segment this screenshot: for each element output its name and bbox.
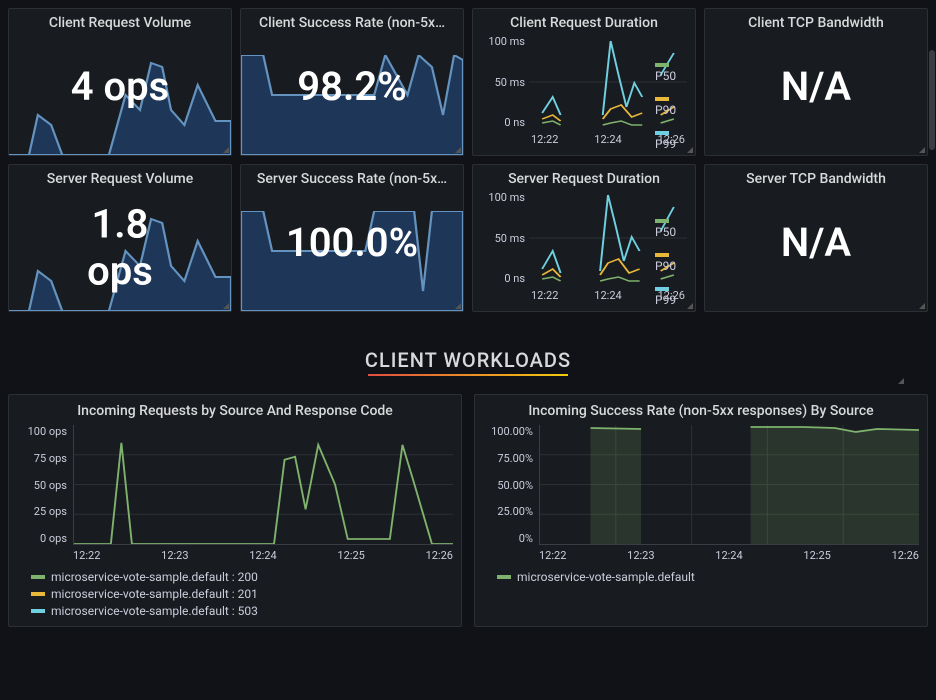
legend-swatch-icon <box>655 97 669 101</box>
legend-swatch-icon <box>655 287 669 291</box>
legend-swatch-icon <box>497 575 511 579</box>
legend-swatch-icon <box>31 609 45 613</box>
legend: P50 P90 P99 <box>655 219 687 307</box>
panel-title: Server Success Rate (non-5x… <box>249 171 455 187</box>
panel-server-req-vol[interactable]: Server Request Volume 1.8 ops <box>8 164 232 312</box>
y-axis: 100 ops 75 ops 50 ops 25 ops 0 ops <box>17 425 73 545</box>
legend-swatch-icon <box>655 253 669 257</box>
y-axis: 100 ms 50 ms 0 ns <box>481 191 529 301</box>
resize-handle-icon[interactable] <box>898 378 904 384</box>
panel-title: Server TCP Bandwidth <box>713 171 919 187</box>
x-axis: 12:22 12:23 12:24 12:25 12:26 <box>483 545 919 562</box>
legend-item[interactable]: microservice-vote-sample.default : 200 <box>31 570 453 584</box>
y-axis: 100.00% 75.00% 50.00% 25.00% 0% <box>483 425 539 545</box>
top-panels-grid: Client Request Volume 4 ops Client Succe… <box>0 0 936 320</box>
legend-item[interactable]: microservice-vote-sample.default : 503 <box>31 604 453 618</box>
legend-item[interactable]: microservice-vote-sample.default : 201 <box>31 587 453 601</box>
resize-handle-icon[interactable] <box>919 147 925 153</box>
panel-title: Client Success Rate (non-5x… <box>249 15 455 31</box>
panel-client-succ-rate[interactable]: Client Success Rate (non-5x… 98.2% <box>240 8 464 156</box>
scrollbar-thumb[interactable] <box>929 50 935 150</box>
plot-area <box>73 425 453 545</box>
resize-handle-icon[interactable] <box>455 303 461 309</box>
panel-client-req-dur[interactable]: Client Request Duration 100 ms 50 ms 0 n… <box>472 8 696 156</box>
panel-title: Client TCP Bandwidth <box>713 15 919 31</box>
plot-area <box>539 425 919 545</box>
section-title: CLIENT WORKLOADS <box>365 348 571 372</box>
big-value: 100.0% <box>286 219 418 266</box>
panel-server-succ-rate[interactable]: Server Success Rate (non-5x… 100.0% <box>240 164 464 312</box>
resize-handle-icon[interactable] <box>223 147 229 153</box>
resize-handle-icon[interactable] <box>919 303 925 309</box>
section-underline <box>368 374 568 376</box>
x-axis: 12:22 12:23 12:24 12:25 12:26 <box>17 545 453 562</box>
panel-incoming-success-by-source[interactable]: Incoming Success Rate (non-5xx responses… <box>474 394 928 627</box>
legend-item[interactable]: microservice-vote-sample.default <box>497 570 919 584</box>
legend-swatch-icon <box>655 131 669 135</box>
panel-title: Server Request Duration <box>481 171 687 187</box>
big-value: 1.8 ops <box>65 200 176 294</box>
panel-incoming-by-source-code[interactable]: Incoming Requests by Source And Response… <box>8 394 462 627</box>
legend-swatch-icon <box>655 63 669 67</box>
legend-swatch-icon <box>31 575 45 579</box>
panel-title: Client Request Duration <box>481 15 687 31</box>
big-value: N/A <box>781 219 851 266</box>
resize-handle-icon[interactable] <box>687 147 693 153</box>
panel-title: Client Request Volume <box>17 15 223 31</box>
panel-server-tcp-bw[interactable]: Server TCP Bandwidth N/A <box>704 164 928 312</box>
y-axis: 100 ms 50 ms 0 ns <box>481 35 529 145</box>
resize-handle-icon[interactable] <box>223 303 229 309</box>
big-value: 4 ops <box>71 63 170 110</box>
section-header[interactable]: CLIENT WORKLOADS <box>0 320 936 386</box>
resize-handle-icon[interactable] <box>455 147 461 153</box>
panel-client-req-vol[interactable]: Client Request Volume 4 ops <box>8 8 232 156</box>
panel-title: Server Request Volume <box>17 171 223 187</box>
panel-title: Incoming Requests by Source And Response… <box>17 403 453 419</box>
panel-server-req-dur[interactable]: Server Request Duration 100 ms 50 ms 0 n… <box>472 164 696 312</box>
big-value: 98.2% <box>297 63 406 110</box>
scrollbar[interactable] <box>928 0 936 700</box>
bottom-panels-row: Incoming Requests by Source And Response… <box>0 386 936 635</box>
legend-swatch-icon <box>655 219 669 223</box>
legend[interactable]: microservice-vote-sample.default : 200 m… <box>17 562 453 618</box>
legend-swatch-icon <box>31 592 45 596</box>
panel-title: Incoming Success Rate (non-5xx responses… <box>483 403 919 419</box>
big-value: N/A <box>781 63 851 110</box>
legend: P50 P90 P99 <box>655 63 687 151</box>
panel-client-tcp-bw[interactable]: Client TCP Bandwidth N/A <box>704 8 928 156</box>
resize-handle-icon[interactable] <box>687 303 693 309</box>
legend[interactable]: microservice-vote-sample.default <box>483 562 919 584</box>
